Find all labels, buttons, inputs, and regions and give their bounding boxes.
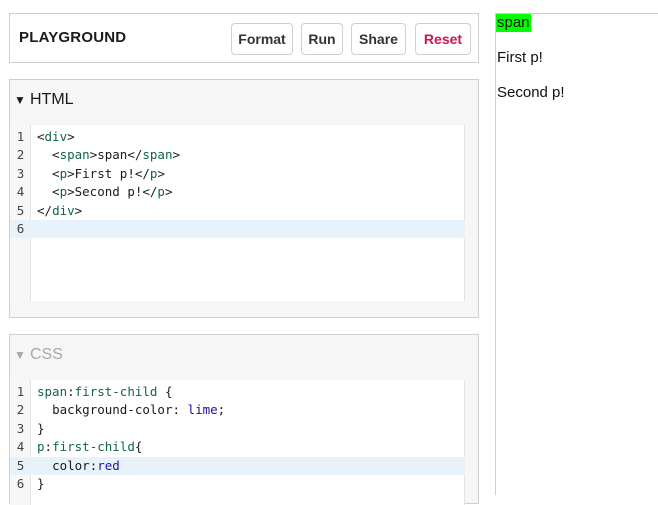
preview-second-paragraph: Second p! (497, 84, 565, 101)
line-number: 4 (16, 439, 25, 455)
code-line[interactable]: 2 <span>span</span> (10, 146, 465, 164)
css-panel: ▼ CSS 1 span:first-child { 2 background-co… (9, 334, 479, 505)
line-number: 2 (16, 147, 25, 163)
playground-toolbar: PLAYGROUND Format Run Share Reset (9, 13, 479, 63)
code-line[interactable]: 3} (10, 420, 465, 438)
code-line-active[interactable]: 6 (10, 220, 465, 239)
preview-first-paragraph: First p! (497, 49, 543, 66)
playground-title: PLAYGROUND (19, 29, 127, 46)
line-number: 6 (16, 221, 25, 236)
code-line[interactable]: 1 <div> (10, 128, 465, 146)
css-panel-header[interactable]: ▼ CSS (14, 345, 63, 365)
share-button[interactable]: Share (351, 23, 406, 55)
code-line[interactable]: 6} (10, 475, 465, 493)
line-number: 1 (16, 384, 25, 399)
line-number: 1 (16, 129, 25, 144)
code-line[interactable]: 3 <p>First p!</p> (10, 165, 465, 183)
line-number: 2 (16, 402, 25, 418)
code-line[interactable]: 2 background-color: lime; (10, 401, 465, 419)
code-line[interactable]: 4 p:first-child{ (10, 438, 465, 456)
collapse-arrow-icon[interactable]: ▼ (14, 345, 30, 365)
collapse-arrow-icon[interactable]: ▼ (14, 90, 30, 110)
html-panel-title: HTML (30, 91, 74, 108)
code-line[interactable]: 1 span:first-child { (10, 383, 465, 401)
preview-span: span (496, 14, 531, 32)
line-number: 4 (16, 184, 25, 200)
line-number: 3 (16, 165, 25, 181)
code-line[interactable]: 4 <p>Second p!</p> (10, 183, 465, 201)
line-number: 3 (16, 420, 25, 436)
line-number: 5 (16, 202, 25, 218)
code-line[interactable]: 5 </div> (10, 202, 465, 220)
format-button[interactable]: Format (231, 23, 293, 55)
run-button[interactable]: Run (301, 23, 343, 55)
output-preview: span First p! Second p! (495, 13, 658, 495)
css-panel-title: CSS (30, 346, 63, 363)
line-number: 5 (16, 457, 25, 473)
html-panel-header[interactable]: ▼ HTML (14, 90, 74, 110)
line-number: 6 (16, 476, 25, 491)
reset-button[interactable]: Reset (415, 23, 471, 55)
html-panel: ▼ HTML 1 <div> 2 <span>span</span> 3 <p>Fi… (9, 79, 479, 318)
css-code-editor[interactable]: 1 span:first-child { 2 background-color: … (10, 380, 465, 505)
html-code-editor[interactable]: 1 <div> 2 <span>span</span> 3 <p>First p!… (10, 125, 465, 301)
code-line-active[interactable]: 5 color:red (10, 456, 465, 475)
